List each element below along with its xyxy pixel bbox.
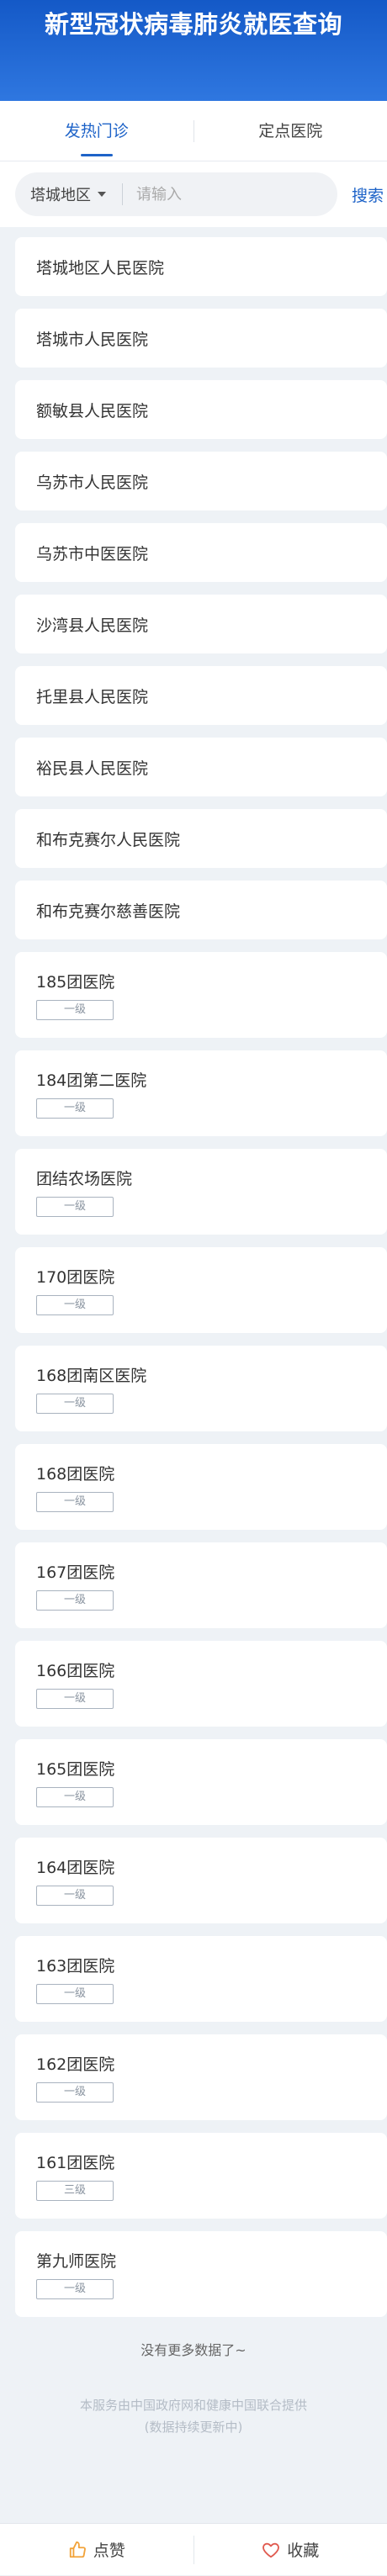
hospital-name: 170团医院 — [36, 1265, 387, 1288]
hospital-name: 沙湾县人民医院 — [36, 613, 387, 636]
hospital-list-item[interactable]: 托里县人民医院 — [15, 666, 387, 725]
hospital-list-item[interactable]: 161团医院三级 — [15, 2133, 387, 2219]
hospital-name: 161团医院 — [36, 2150, 387, 2173]
page-title: 新型冠状病毒肺炎就医查询 — [0, 0, 387, 40]
hospital-level-badge: 一级 — [36, 1689, 114, 1709]
hospital-list-item[interactable]: 第九师医院一级 — [15, 2231, 387, 2317]
hospital-name: 164团医院 — [36, 1855, 387, 1878]
tab-fever-clinic[interactable]: 发热门诊 — [0, 101, 194, 161]
hospital-list-item[interactable]: 乌苏市中医医院 — [15, 523, 387, 582]
tab-designated-hospital[interactable]: 定点医院 — [194, 101, 387, 161]
search-input[interactable] — [123, 186, 316, 204]
hospital-name: 塔城地区人民医院 — [36, 256, 387, 278]
hospital-name: 乌苏市人民医院 — [36, 470, 387, 493]
hospital-name: 168团南区医院 — [36, 1363, 387, 1386]
tab-bar: 发热门诊 定点医院 — [0, 101, 387, 161]
no-more-text: 没有更多数据了~ — [0, 2339, 387, 2359]
hospital-list-item[interactable]: 185团医院一级 — [15, 952, 387, 1038]
hospital-list-item[interactable]: 168团南区医院一级 — [15, 1346, 387, 1431]
hospital-name: 166团医院 — [36, 1658, 387, 1681]
favorite-button[interactable]: 收藏 — [194, 2524, 387, 2576]
hospital-level-badge: 一级 — [36, 1984, 114, 2004]
hospital-list-item[interactable]: 裕民县人民医院 — [15, 738, 387, 796]
hospital-list-item[interactable]: 额敏县人民医院 — [15, 380, 387, 439]
hospital-level-badge: 一级 — [36, 2279, 114, 2299]
hospital-list-item[interactable]: 166团医院一级 — [15, 1641, 387, 1727]
hospital-level-badge: 一级 — [36, 2082, 114, 2103]
region-select-label: 塔城地区 — [30, 183, 91, 205]
hospital-name: 165团医院 — [36, 1757, 387, 1780]
hospital-list-item[interactable]: 乌苏市人民医院 — [15, 452, 387, 510]
hospital-level-badge: 一级 — [36, 1000, 114, 1020]
hospital-name: 185团医院 — [36, 970, 387, 992]
hospital-level-badge: 一级 — [36, 1295, 114, 1315]
hospital-level-badge: 一级 — [36, 1590, 114, 1611]
hospital-list: 塔城地区人民医院塔城市人民医院额敏县人民医院乌苏市人民医院乌苏市中医医院沙湾县人… — [0, 227, 387, 2317]
hospital-list-item[interactable]: 167团医院一级 — [15, 1542, 387, 1628]
hospital-name: 额敏县人民医院 — [36, 399, 387, 421]
hospital-list-item[interactable]: 162团医院一级 — [15, 2034, 387, 2120]
region-select[interactable]: 塔城地区 — [15, 183, 123, 205]
like-button[interactable]: 点赞 — [0, 2524, 194, 2576]
caret-down-icon — [98, 192, 106, 197]
hospital-level-badge: 一级 — [36, 1394, 114, 1414]
page-header: 新型冠状病毒肺炎就医查询 — [0, 0, 387, 101]
hospital-name: 第九师医院 — [36, 2249, 387, 2272]
hospital-list-item[interactable]: 和布克赛尔慈善医院 — [15, 881, 387, 939]
hospital-list-item[interactable]: 168团医院一级 — [15, 1444, 387, 1530]
hospital-list-item[interactable]: 塔城地区人民医院 — [15, 237, 387, 296]
hospital-list-item[interactable]: 163团医院一级 — [15, 1936, 387, 2022]
hospital-list-item[interactable]: 184团第二医院一级 — [15, 1050, 387, 1136]
footer-note-line-1: 本服务由中国政府网和健康中国联合提供 — [0, 2394, 387, 2416]
hospital-name: 团结农场医院 — [36, 1166, 387, 1189]
hospital-name: 168团医院 — [36, 1462, 387, 1484]
footer-note-line-2: (数据持续更新中) — [0, 2416, 387, 2438]
hospital-list-item[interactable]: 170团医院一级 — [15, 1247, 387, 1333]
hospital-name: 167团医院 — [36, 1560, 387, 1583]
hospital-level-badge: 一级 — [36, 1197, 114, 1217]
hospital-list-item[interactable]: 164团医院一级 — [15, 1838, 387, 1923]
hospital-name: 裕民县人民医院 — [36, 756, 387, 779]
search-button[interactable]: 搜索 — [352, 183, 384, 206]
hospital-name: 162团医院 — [36, 2052, 387, 2075]
hospital-name: 和布克赛尔慈善医院 — [36, 899, 387, 922]
hospital-level-badge: 一级 — [36, 1787, 114, 1807]
favorite-label: 收藏 — [287, 2538, 319, 2561]
hospital-level-badge: 一级 — [36, 1492, 114, 1512]
hospital-level-badge: 一级 — [36, 1098, 114, 1119]
hospital-list-item[interactable]: 和布克赛尔人民医院 — [15, 809, 387, 868]
hospital-name: 塔城市人民医院 — [36, 327, 387, 350]
search-box: 塔城地区 — [15, 172, 337, 216]
search-bar: 塔城地区 搜索 — [0, 161, 387, 227]
hospital-list-item[interactable]: 团结农场医院一级 — [15, 1149, 387, 1235]
hospital-level-badge: 一级 — [36, 1886, 114, 1906]
thumbs-up-icon — [68, 2541, 87, 2559]
hospital-name: 乌苏市中医医院 — [36, 542, 387, 564]
hospital-name: 184团第二医院 — [36, 1068, 387, 1091]
like-label: 点赞 — [93, 2538, 125, 2561]
hospital-name: 163团医院 — [36, 1954, 387, 1976]
hospital-name: 和布克赛尔人民医院 — [36, 828, 387, 850]
hospital-level-badge: 三级 — [36, 2181, 114, 2201]
hospital-list-item[interactable]: 165团医院一级 — [15, 1739, 387, 1825]
bottom-bar: 点赞 收藏 — [0, 2523, 387, 2575]
hospital-list-item[interactable]: 沙湾县人民医院 — [15, 595, 387, 653]
hospital-list-item[interactable]: 塔城市人民医院 — [15, 309, 387, 368]
heart-icon — [262, 2541, 280, 2559]
hospital-name: 托里县人民医院 — [36, 685, 387, 707]
footer-note: 本服务由中国政府网和健康中国联合提供 (数据持续更新中) — [0, 2394, 387, 2438]
